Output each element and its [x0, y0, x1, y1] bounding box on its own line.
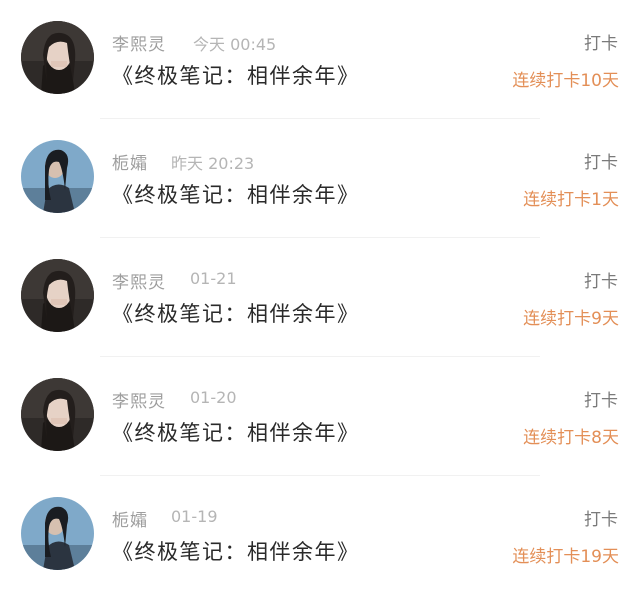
user-avatar[interactable] — [21, 259, 94, 332]
checkin-label: 打卡 — [584, 34, 618, 54]
avatar-woman-dark-icon — [21, 378, 94, 451]
user-avatar[interactable] — [21, 140, 94, 213]
feed-item[interactable]: 栀孀 昨天 20:23 《终极笔记：相伴余年》 打卡 连续打卡1天 — [0, 119, 640, 238]
streak-badge: 连续打卡19天 — [512, 547, 619, 567]
book-title-link[interactable]: 《终极笔记：相伴余年》 — [112, 298, 360, 328]
feed-item[interactable]: 李熙灵 今天 00:45 《终极笔记：相伴余年》 打卡 连续打卡10天 — [0, 0, 640, 119]
book-title-link[interactable]: 《终极笔记：相伴余年》 — [112, 179, 360, 209]
feed-item[interactable]: 李熙灵 01-20 《终极笔记：相伴余年》 打卡 连续打卡8天 — [0, 357, 640, 476]
post-time: 昨天 20:23 — [171, 154, 255, 173]
post-time: 01-20 — [190, 388, 237, 407]
post-time: 今天 00:45 — [193, 35, 277, 54]
book-title-link[interactable]: 《终极笔记：相伴余年》 — [112, 60, 360, 90]
user-avatar[interactable] — [21, 21, 94, 94]
checkin-label: 打卡 — [584, 272, 618, 292]
feed-item[interactable]: 李熙灵 01-21 《终极笔记：相伴余年》 打卡 连续打卡9天 — [0, 238, 640, 357]
avatar-woman-sky-icon — [21, 140, 94, 213]
avatar-woman-dark-icon — [21, 259, 94, 332]
checkin-label: 打卡 — [584, 153, 618, 173]
avatar-woman-sky-icon — [21, 497, 94, 570]
user-avatar[interactable] — [21, 378, 94, 451]
checkin-label: 打卡 — [584, 510, 618, 530]
user-name[interactable]: 李熙灵 — [112, 268, 166, 293]
checkin-feed-list: 李熙灵 今天 00:45 《终极笔记：相伴余年》 打卡 连续打卡10天 栀孀 昨… — [0, 0, 640, 612]
book-title-link[interactable]: 《终极笔记：相伴余年》 — [112, 536, 360, 566]
user-name[interactable]: 栀孀 — [112, 506, 148, 531]
book-title-link[interactable]: 《终极笔记：相伴余年》 — [112, 417, 360, 447]
user-name[interactable]: 栀孀 — [112, 149, 148, 174]
user-name[interactable]: 李熙灵 — [112, 30, 166, 55]
post-time: 01-19 — [171, 507, 218, 526]
streak-badge: 连续打卡8天 — [523, 428, 619, 448]
checkin-label: 打卡 — [584, 391, 618, 411]
post-time: 01-21 — [190, 269, 237, 288]
user-avatar[interactable] — [21, 497, 94, 570]
avatar-woman-dark-icon — [21, 21, 94, 94]
streak-badge: 连续打卡10天 — [512, 71, 619, 91]
streak-badge: 连续打卡9天 — [523, 309, 619, 329]
user-name[interactable]: 李熙灵 — [112, 387, 166, 412]
feed-item[interactable]: 栀孀 01-19 《终极笔记：相伴余年》 打卡 连续打卡19天 — [0, 476, 640, 595]
streak-badge: 连续打卡1天 — [523, 190, 619, 210]
